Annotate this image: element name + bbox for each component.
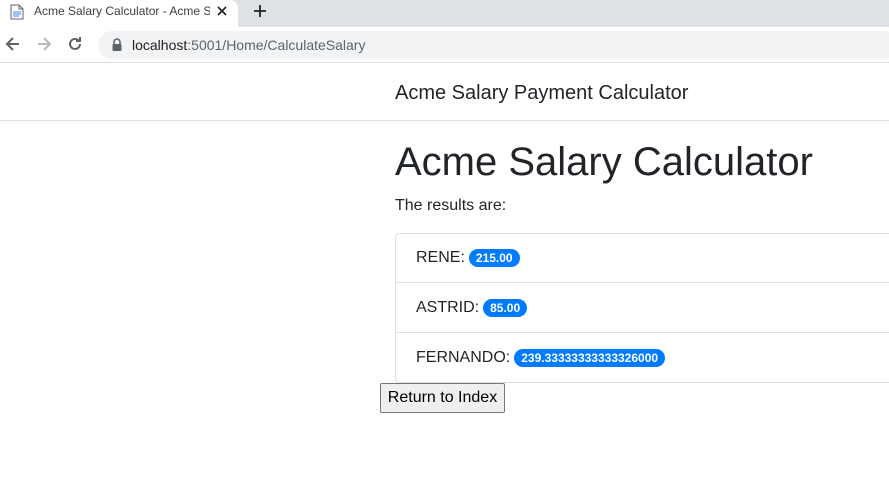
site-navbar: Acme Salary Payment Calculator	[0, 64, 889, 121]
url-path: :5001/Home/CalculateSalary	[187, 37, 366, 53]
url-host: localhost	[132, 37, 188, 53]
employee-name: RENE:	[416, 249, 465, 266]
list-item: RENE: 215.00	[395, 233, 889, 283]
results-list: RENE: 215.00 ASTRID: 85.00 FERNANDO: 239…	[395, 233, 889, 383]
navbar-brand[interactable]: Acme Salary Payment Calculator	[395, 82, 688, 105]
browser-toolbar: localhost:5001/Home/CalculateSalary	[0, 27, 889, 63]
reload-icon[interactable]	[65, 34, 85, 54]
list-item: FERNANDO: 239.33333333333326000	[395, 333, 889, 383]
url-text[interactable]: localhost:5001/Home/CalculateSalary	[132, 37, 365, 53]
tab-title: Acme Salary Calculator - Acme Sa	[34, 4, 210, 18]
employee-name: ASTRID:	[416, 298, 480, 316]
browser-tab[interactable]: Acme Salary Calculator - Acme Sa	[0, 0, 238, 27]
close-icon[interactable]	[214, 3, 230, 19]
salary-badge: 239.33333333333326000	[514, 348, 666, 367]
plus-icon[interactable]	[250, 1, 270, 21]
lock-icon[interactable]	[111, 38, 123, 52]
back-arrow-icon[interactable]	[3, 34, 23, 54]
salary-badge: 215.00	[468, 249, 520, 267]
salary-badge: 85.00	[483, 298, 528, 317]
results-intro: The results are:	[395, 197, 507, 214]
address-bar[interactable]: localhost:5001/Home/CalculateSalary	[98, 31, 889, 59]
tab-strip: Acme Salary Calculator - Acme Sa	[0, 0, 889, 27]
forward-arrow-icon[interactable]	[34, 34, 54, 54]
page-title: Acme Salary Calculator	[395, 140, 813, 184]
list-item: ASTRID: 85.00	[395, 283, 889, 333]
employee-name: FERNANDO:	[416, 348, 511, 366]
return-to-index-button[interactable]: Return to Index	[380, 383, 505, 413]
page-favicon-icon	[10, 4, 24, 20]
